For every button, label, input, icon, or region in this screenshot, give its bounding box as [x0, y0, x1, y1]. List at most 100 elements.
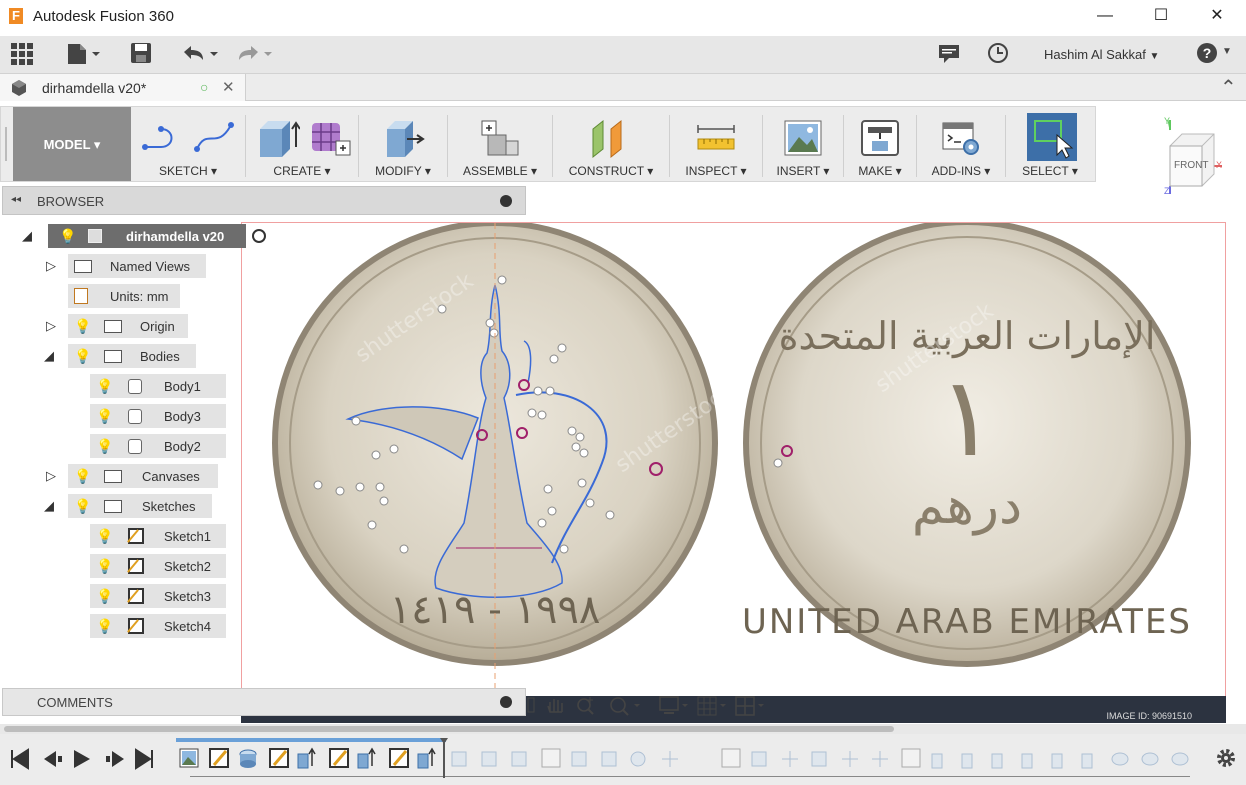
- help-menu[interactable]: ? ▼: [1196, 42, 1236, 68]
- body-icon: [128, 409, 142, 424]
- fit-view-icon[interactable]: [610, 694, 642, 714]
- tree-item-body2[interactable]: 💡 Body2: [90, 434, 226, 458]
- visibility-bulb-icon[interactable]: 💡: [96, 558, 113, 575]
- activate-component-icon[interactable]: [252, 229, 266, 243]
- workspace-switcher[interactable]: MODEL ▾: [13, 107, 131, 181]
- viewcube[interactable]: Y FRONT X Z: [1160, 116, 1230, 198]
- step-forward-icon[interactable]: [104, 746, 128, 772]
- tree-item-bodies[interactable]: 💡 Bodies: [68, 344, 196, 368]
- sketch-group[interactable]: SKETCH ▾: [133, 111, 243, 181]
- hidden-bulb-icon[interactable]: 💡: [74, 318, 91, 335]
- ribbon-separator: [669, 115, 670, 177]
- job-status-icon[interactable]: [938, 42, 960, 68]
- sketch-icon: [127, 558, 144, 574]
- browser-panel-header[interactable]: ◂◂ BROWSER: [2, 186, 526, 215]
- tree-item-label: Body1: [164, 379, 201, 394]
- tree-root-component[interactable]: 💡 dirhamdella v20: [48, 224, 246, 248]
- timeline-bar: [0, 734, 1246, 785]
- tree-collapse-bodies[interactable]: ◢: [44, 348, 54, 364]
- tree-expand-named-views[interactable]: ▷: [46, 258, 56, 274]
- history-clock-icon[interactable]: [987, 42, 1011, 68]
- data-panel-grid-icon[interactable]: [10, 42, 36, 68]
- tree-expand-origin[interactable]: ▷: [46, 318, 56, 334]
- coin-numeral-text: ١: [937, 353, 996, 481]
- select-tool-button[interactable]: [1027, 113, 1077, 161]
- coin-english-text: UNITED ARAB EMIRATES: [742, 602, 1192, 642]
- maximize-button[interactable]: ☐: [1138, 2, 1184, 30]
- browser-title: BROWSER: [37, 194, 105, 209]
- modify-group[interactable]: MODIFY ▾: [361, 111, 445, 181]
- visibility-bulb-icon[interactable]: 💡: [96, 438, 113, 455]
- tree-item-canvases[interactable]: 💡 Canvases: [68, 464, 218, 488]
- tree-expand-canvases[interactable]: ▷: [46, 468, 56, 484]
- zoom-icon[interactable]: [576, 694, 596, 714]
- play-icon[interactable]: [72, 746, 94, 772]
- visibility-bulb-icon[interactable]: 💡: [96, 618, 113, 635]
- ribbon-grip[interactable]: [5, 127, 7, 161]
- tree-item-label: Body3: [164, 409, 201, 424]
- tree-item-label: Named Views: [110, 259, 190, 274]
- user-account-menu[interactable]: Hashim Al Sakkaf ▼: [1044, 47, 1159, 62]
- visibility-bulb-icon[interactable]: 💡: [74, 468, 91, 485]
- browser-options-icon[interactable]: [500, 195, 512, 207]
- tree-item-origin[interactable]: 💡 Origin: [68, 314, 188, 338]
- tree-collapse-sketches[interactable]: ◢: [44, 498, 54, 514]
- sketch-icon: [127, 588, 144, 604]
- insert-group[interactable]: INSERT ▾: [765, 111, 841, 181]
- tree-item-units[interactable]: Units: mm: [68, 284, 180, 308]
- select-group[interactable]: SELECT ▾: [1009, 111, 1091, 181]
- tree-expand-root[interactable]: ◢: [22, 228, 32, 244]
- visibility-bulb-icon[interactable]: 💡: [96, 408, 113, 425]
- tree-item-sketch2[interactable]: 💡 Sketch2: [90, 554, 226, 578]
- visibility-bulb-icon[interactable]: 💡: [96, 528, 113, 545]
- file-menu-icon[interactable]: [66, 42, 102, 68]
- scrollbar-thumb[interactable]: [4, 726, 894, 732]
- add-comment-icon[interactable]: [500, 696, 512, 708]
- visibility-bulb-icon[interactable]: 💡: [74, 348, 91, 365]
- tree-item-sketch1[interactable]: 💡 Sketch1: [90, 524, 226, 548]
- construct-group[interactable]: CONSTRUCT ▾: [555, 111, 667, 181]
- comments-panel-header[interactable]: COMMENTS: [2, 688, 526, 716]
- grid-snaps-icon[interactable]: [696, 694, 728, 714]
- close-window-button[interactable]: ✕: [1194, 2, 1240, 30]
- pan-hand-icon[interactable]: [546, 694, 566, 714]
- timeline-settings-gear-icon[interactable]: [1214, 746, 1238, 770]
- close-tab-button[interactable]: ✕: [222, 78, 235, 96]
- create-group[interactable]: CREATE ▾: [248, 111, 356, 181]
- orbit-icon[interactable]: [526, 694, 536, 714]
- redo-icon[interactable]: [234, 42, 274, 68]
- viewcube-front-face[interactable]: FRONT: [1174, 160, 1208, 171]
- go-to-end-icon[interactable]: [134, 746, 156, 772]
- ribbon-separator: [916, 115, 917, 177]
- collapse-browser-icon[interactable]: ◂◂: [11, 194, 21, 205]
- visibility-bulb-icon[interactable]: 💡: [96, 378, 113, 395]
- body-icon: [128, 439, 142, 454]
- tree-item-body1[interactable]: 💡 Body1: [90, 374, 226, 398]
- timeline-suppressed-features[interactable]: [450, 746, 1195, 772]
- visibility-bulb-icon[interactable]: 💡: [74, 498, 91, 515]
- tree-item-sketch4[interactable]: 💡 Sketch4: [90, 614, 226, 638]
- visibility-bulb-icon[interactable]: 💡: [96, 588, 113, 605]
- viewports-icon[interactable]: [734, 694, 766, 714]
- display-settings-icon[interactable]: [658, 694, 690, 714]
- assemble-group[interactable]: ASSEMBLE ▾: [450, 111, 550, 181]
- collapse-ribbon-button[interactable]: ⌃: [1220, 75, 1237, 100]
- tree-item-named-views[interactable]: Named Views: [68, 254, 206, 278]
- step-back-icon[interactable]: [40, 746, 64, 772]
- undo-icon[interactable]: [180, 42, 220, 68]
- go-to-start-icon[interactable]: [8, 746, 30, 772]
- visibility-bulb-icon[interactable]: 💡: [59, 228, 76, 245]
- save-icon[interactable]: [130, 42, 154, 68]
- tree-item-body3[interactable]: 💡 Body3: [90, 404, 226, 428]
- design-canvas[interactable]: ١٩٩٨ - ١٤١٩ الإمارات العربية المتحدة ١ د…: [241, 222, 1226, 722]
- ribbon-separator: [245, 115, 246, 177]
- document-tab[interactable]: dirhamdella v20* ○ ✕: [0, 74, 246, 101]
- inspect-group[interactable]: INSPECT ▾: [672, 111, 760, 181]
- tree-item-sketches[interactable]: 💡 Sketches: [68, 494, 212, 518]
- horizontal-scrollbar[interactable]: [0, 724, 1246, 734]
- add-ins-group[interactable]: ADD-INS ▾: [919, 111, 1003, 181]
- minimize-button[interactable]: —: [1082, 2, 1128, 30]
- make-group[interactable]: MAKE ▾: [846, 111, 914, 181]
- tree-item-sketch3[interactable]: 💡 Sketch3: [90, 584, 226, 608]
- timeline-marker[interactable]: [440, 738, 448, 778]
